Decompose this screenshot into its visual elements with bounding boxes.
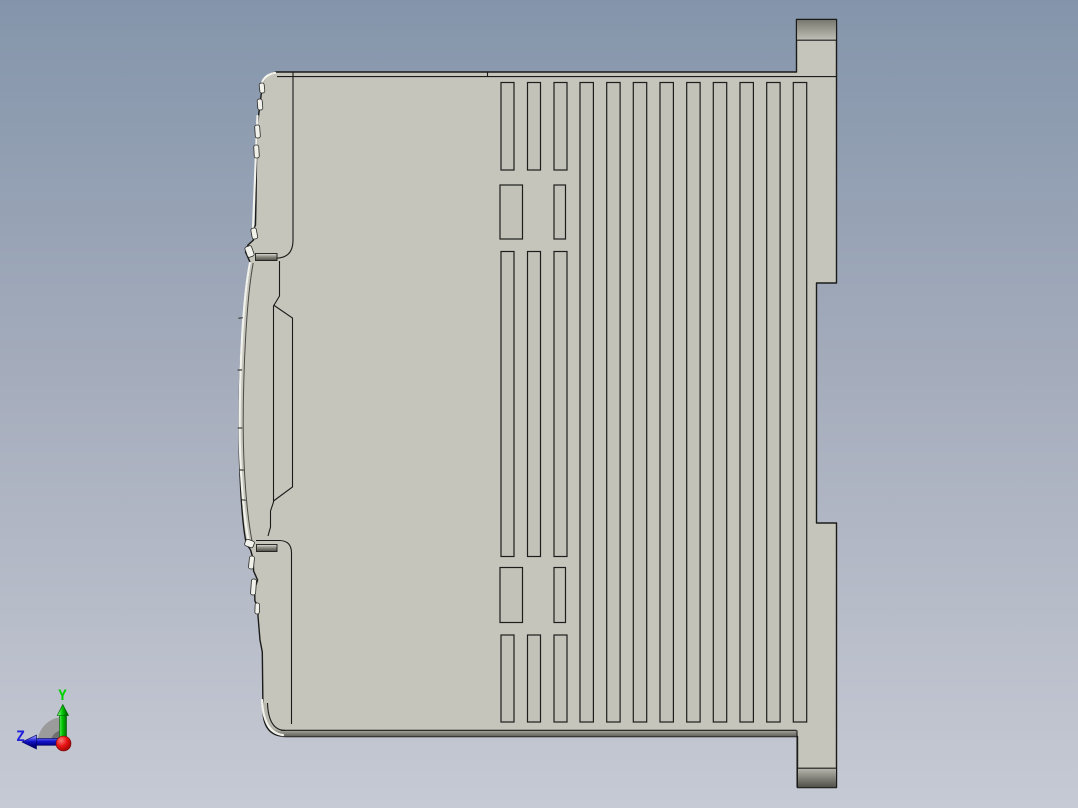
vent-slot[interactable] [500,250,515,558]
origin-point[interactable] [55,735,72,752]
bottom-edge-shading [281,730,797,737]
vent-slot[interactable] [739,81,754,723]
vent-slot[interactable] [553,81,568,171]
edge-knob-highlight [248,555,255,570]
edge-knob-highlight [256,98,264,111]
vent-slot[interactable] [526,634,542,723]
vent-slot[interactable] [500,634,515,723]
top-tab-shading [797,20,836,41]
edge-knob-highlight [258,82,266,94]
edge-tick-mark [237,369,243,371]
vent-slot[interactable] [766,81,781,723]
vent-slot[interactable] [632,81,648,723]
vent-slot[interactable] [553,250,568,558]
vent-slot[interactable] [606,81,621,723]
vent-slot[interactable] [712,81,728,723]
vent-slot[interactable] [499,566,524,624]
z-axis-label: Z [16,729,24,745]
y-axis-label: Y [58,688,67,704]
vent-slot[interactable] [553,634,568,723]
edge-knob-highlight [250,578,257,596]
vent-slot[interactable] [553,184,567,240]
edge-knob-highlight [253,144,260,159]
vent-slot[interactable] [659,81,674,723]
vent-slot[interactable] [553,566,567,624]
vent-slot[interactable] [499,184,524,240]
edge-knob-highlight [254,602,261,615]
vent-slot[interactable] [686,81,701,723]
edge-knob-highlight [254,124,261,139]
edge-tick-mark [237,427,243,429]
cad-viewport-canvas[interactable]: Y Z [0,0,1078,808]
upper-ledge-bar [255,253,278,261]
model-side-view[interactable] [237,18,838,789]
vent-slot[interactable] [526,81,542,171]
lower-ledge-bar [256,544,278,552]
bottom-tab-shading [798,768,836,788]
vent-slot[interactable] [500,81,515,171]
vent-slot[interactable] [792,81,808,723]
vent-slot[interactable] [579,81,594,723]
vent-slot[interactable] [526,250,542,558]
